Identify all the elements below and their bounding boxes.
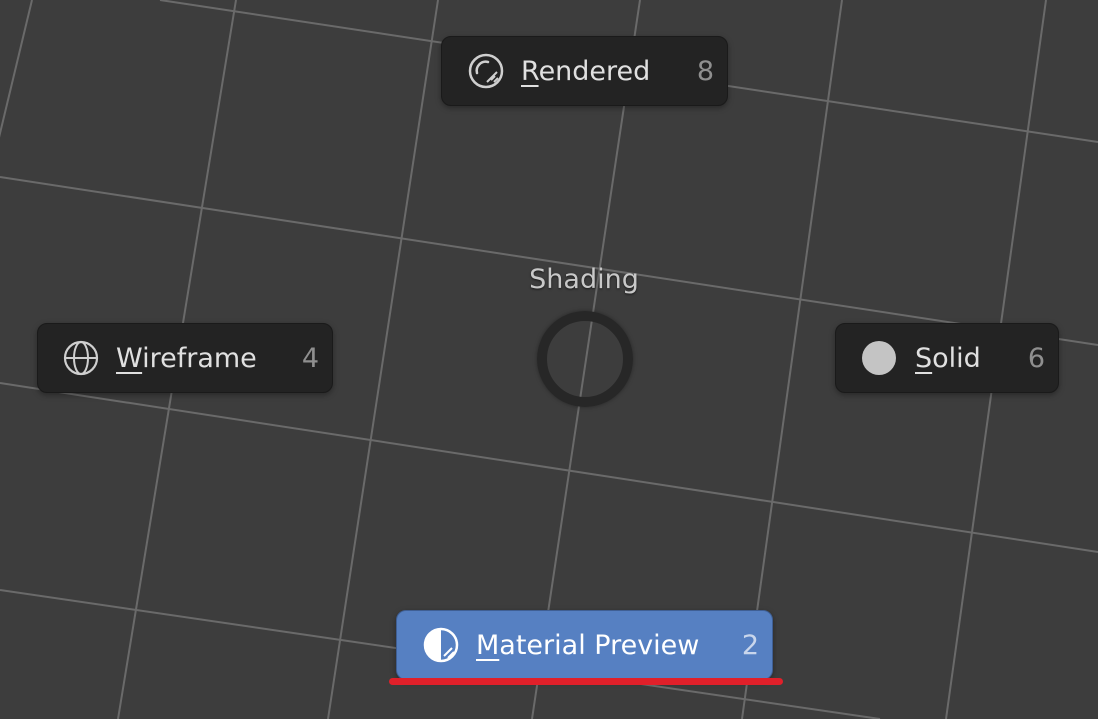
pie-item-label: Material Preview (476, 630, 700, 661)
3d-viewport[interactable]: Shading Rendered 8 Wireframe 4 Solid 6 M… (0, 0, 1098, 719)
pie-item-shortcut: 4 (301, 343, 319, 374)
highlight-underline (389, 678, 783, 685)
pie-item-rendered[interactable]: Rendered 8 (441, 36, 728, 106)
pie-menu-title: Shading (529, 264, 639, 295)
grid-line (0, 382, 1098, 553)
pie-item-solid[interactable]: Solid 6 (835, 323, 1059, 393)
grid-line (0, 176, 1098, 346)
pie-center-ring (537, 311, 633, 407)
pie-item-label: Wireframe (116, 343, 257, 374)
solid-sphere-icon (862, 341, 896, 375)
pie-item-shortcut: 6 (1027, 343, 1045, 374)
grid-line (0, 0, 33, 138)
pie-item-material-preview[interactable]: Material Preview 2 (396, 610, 773, 680)
rendered-shading-icon (468, 53, 504, 89)
pie-item-shortcut: 2 (741, 630, 759, 661)
wireframe-globe-icon (63, 340, 99, 376)
pie-item-label: Rendered (521, 56, 651, 87)
pie-item-wireframe[interactable]: Wireframe 4 (37, 323, 333, 393)
material-preview-icon (423, 627, 459, 663)
pie-item-shortcut: 8 (696, 56, 714, 87)
pie-item-label: Solid (915, 343, 981, 374)
